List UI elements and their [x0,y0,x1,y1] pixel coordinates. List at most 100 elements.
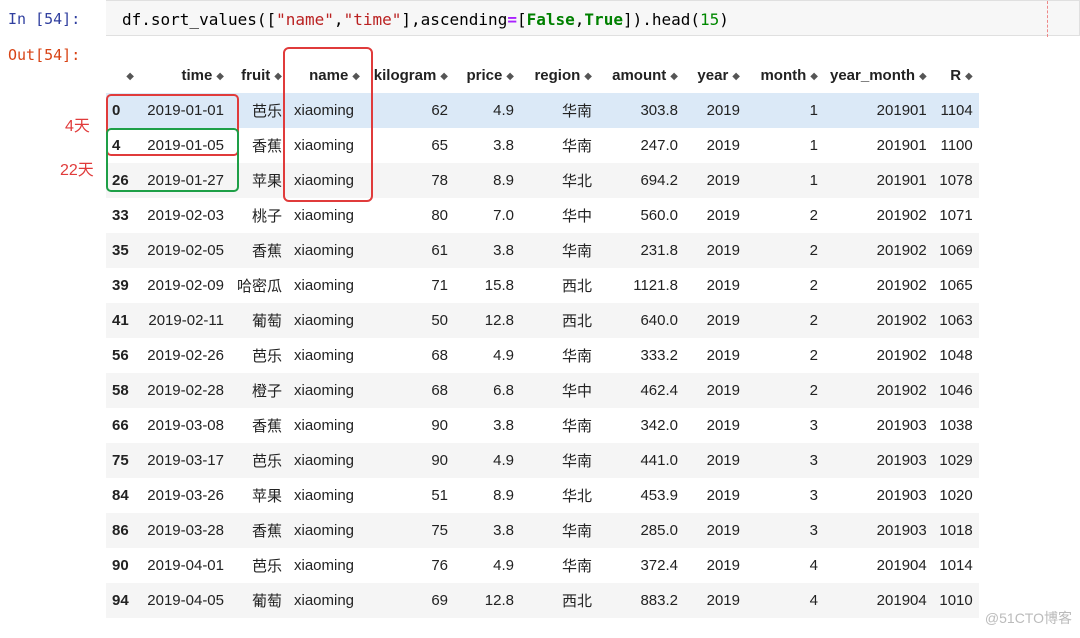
cell-year: 2019 [706,452,740,469]
column-header-year[interactable]: year ◆ [684,58,746,93]
cell-time: 2019-02-05 [147,242,224,259]
column-header-label: region [534,67,581,84]
cell-R: 1078 [939,172,973,189]
column-header-label: price [466,67,503,84]
cell-fruit: 芭乐 [251,453,282,470]
cell-month: 2 [809,312,818,329]
table-row: 90 2019-04-01 芭乐 xiaoming 76 4.9 华南 372.4 2019 4 2… [106,548,979,583]
cell-region: 华中 [561,383,592,400]
cell-fruit: 香蕉 [251,243,282,260]
table-row: 86 2019-03-28 香蕉 xiaoming 75 3.8 华南 285.0 2019 3 2… [106,513,979,548]
table-row: 66 2019-03-08 香蕉 xiaoming 90 3.8 华南 342.0 2019 3 2… [106,408,979,443]
row-index: 66 [112,417,129,434]
sort-arrows-icon: ◆ [584,71,592,82]
column-header-year-month[interactable]: year_month ◆ [824,58,933,93]
cell-price: 3.8 [493,522,514,539]
annotation-gap-1: 4天 [65,118,90,135]
cell-R: 1048 [939,347,973,364]
index-header[interactable]: ◆ [106,58,140,93]
cell-name: xiaoming [294,417,355,434]
cell-region: 西北 [561,278,592,295]
table-header-row: ◆ time ◆ fruit ◆ name ◆ kilogram ◆ price ◆ region ◆ a… [106,58,979,93]
cell-region: 华中 [561,208,592,225]
cell-time: 2019-03-17 [147,452,224,469]
cell-R: 1100 [940,137,973,154]
cell-time: 2019-02-03 [147,207,224,224]
table-row: 56 2019-02-26 芭乐 xiaoming 68 4.9 华南 333.2 2019 2 2… [106,338,979,373]
cell-region: 华北 [561,488,592,505]
cell-fruit: 哈密瓜 [236,278,282,295]
cell-kilogram: 62 [431,102,448,119]
cell-fruit: 葡萄 [251,593,282,610]
cell-price: 3.8 [493,417,514,434]
table-row: 41 2019-02-11 葡萄 xiaoming 50 12.8 西北 640.0 2019 2… [106,303,979,338]
cell-kilogram: 80 [431,207,448,224]
cell-year-month: 201903 [876,522,927,539]
cell-region: 西北 [561,593,592,610]
cell-year-month: 201902 [876,382,927,399]
column-header-label: R [950,67,962,84]
cell-kilogram: 50 [431,312,448,329]
cell-R: 1010 [939,592,973,609]
cell-fruit: 桃子 [251,208,282,225]
sort-arrows-icon: ◆ [126,71,134,82]
cell-month: 1 [809,137,818,154]
cell-time: 2019-02-09 [147,277,224,294]
column-header-label: time [181,67,213,84]
cell-R: 1020 [939,487,973,504]
cell-kilogram: 71 [431,277,448,294]
cell-amount: 285.0 [640,522,678,539]
code-cell-input[interactable]: df.sort_values(["name","time"],ascending… [106,0,1080,37]
cell-price: 3.8 [493,137,514,154]
column-header-time[interactable]: time ◆ [140,58,230,93]
column-header-price[interactable]: price ◆ [454,58,520,93]
table-row: 39 2019-02-09 哈密瓜 xiaoming 71 15.8 西北 1121.8 201… [106,268,979,303]
cell-amount: 372.4 [640,557,678,574]
cell-region: 华南 [561,348,592,365]
cell-name: xiaoming [294,522,355,539]
cell-name: xiaoming [294,242,355,259]
output-prompt: Out[54]: [8,46,81,64]
table-row: 84 2019-03-26 苹果 xiaoming 51 8.9 华北 453.9 2019 3 2… [106,478,979,513]
cell-R: 1104 [940,102,973,119]
column-header-R[interactable]: R ◆ [933,58,979,93]
cell-fruit: 香蕉 [251,418,282,435]
column-header-fruit[interactable]: fruit ◆ [230,58,288,93]
row-index: 86 [112,522,129,539]
cell-time: 2019-03-28 [147,522,224,539]
cell-year: 2019 [706,592,740,609]
cell-year: 2019 [706,207,740,224]
cell-region: 华南 [561,138,592,155]
cell-month: 4 [809,557,818,574]
cell-price: 15.8 [484,277,514,294]
row-index: 90 [112,557,129,574]
cell-month: 3 [809,417,818,434]
column-header-kilogram[interactable]: kilogram ◆ [366,58,454,93]
sort-arrows-icon: ◆ [919,71,927,82]
cell-R: 1014 [939,557,973,574]
cell-year: 2019 [706,382,740,399]
cell-year: 2019 [706,522,740,539]
cell-month: 2 [809,347,818,364]
cell-region: 华南 [561,243,592,260]
column-header-region[interactable]: region ◆ [520,58,598,93]
column-header-label: fruit [241,67,271,84]
cell-fruit: 橙子 [251,383,282,400]
cell-year: 2019 [706,312,740,329]
cell-amount: 883.2 [640,592,678,609]
cell-year: 2019 [706,137,740,154]
cell-month: 3 [809,452,818,469]
cell-name: xiaoming [294,557,355,574]
cell-name: xiaoming [294,382,355,399]
column-header-month[interactable]: month ◆ [746,58,824,93]
column-header-amount[interactable]: amount ◆ [598,58,684,93]
cell-R: 1018 [939,522,973,539]
cell-kilogram: 68 [431,382,448,399]
cell-name: xiaoming [294,207,355,224]
cell-fruit: 葡萄 [251,313,282,330]
cell-price: 7.0 [493,207,514,224]
cell-month: 4 [809,592,818,609]
cell-year: 2019 [706,102,740,119]
cell-amount: 694.2 [640,172,678,189]
cell-price: 12.8 [484,592,514,609]
